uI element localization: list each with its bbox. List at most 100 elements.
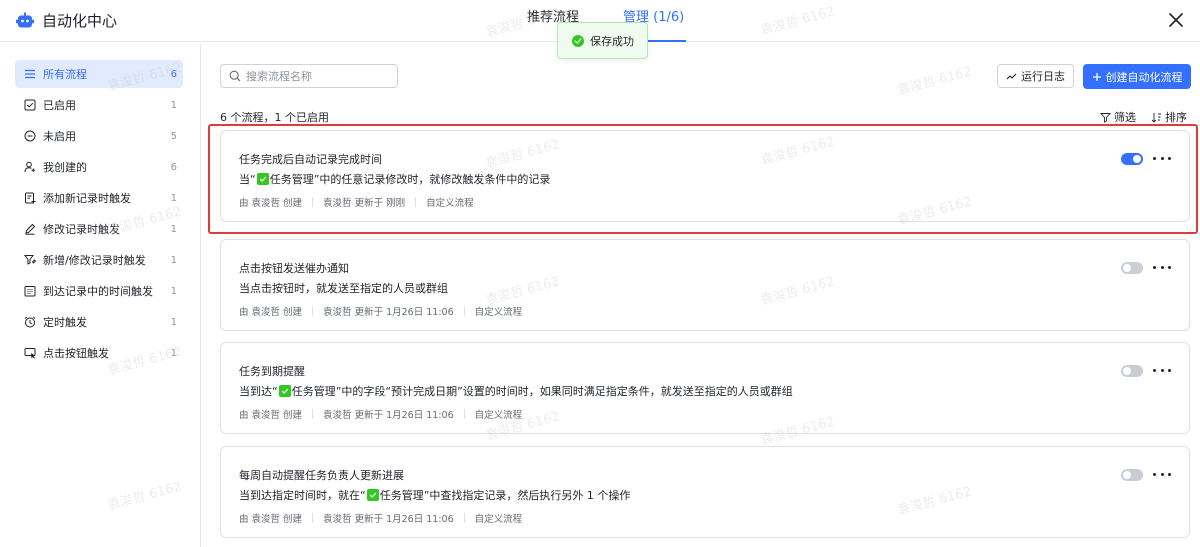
checkbox-icon <box>23 98 37 112</box>
flow-updated: 袁浚哲 更新于 1月26日 11:06 <box>323 514 454 525</box>
flow-updated: 袁浚哲 更新于 1月26日 11:06 <box>323 410 454 421</box>
sidebar-item-button-click[interactable]: 点击按钮触发 1 <box>15 339 183 367</box>
meta-divider <box>312 409 314 419</box>
check-circle-icon <box>572 34 584 47</box>
app-title-text: 自动化中心 <box>42 12 118 30</box>
filter-button[interactable]: 筛选 <box>1100 109 1136 125</box>
filter-label: 筛选 <box>1114 111 1136 124</box>
flow-creator: 由 袁浚哲 创建 <box>239 198 303 209</box>
more-options-button[interactable] <box>1153 260 1171 274</box>
meta-divider <box>312 306 314 316</box>
more-options-button[interactable] <box>1153 151 1171 165</box>
more-dots-icon <box>1153 472 1156 476</box>
flow-title: 点击按钮发送催办通知 <box>239 262 349 275</box>
meta-divider <box>463 513 465 523</box>
sidebar-item-scheduled[interactable]: 定时触发 1 <box>15 308 183 336</box>
sidebar-item-modify-record[interactable]: 修改记录时触发 1 <box>15 215 183 243</box>
flow-meta: 由 袁浚哲 创建 袁浚哲 更新于 1月26日 11:06 自定义流程 <box>239 511 522 525</box>
more-dots-icon <box>1153 368 1156 372</box>
sidebar-item-enabled[interactable]: 已启用 1 <box>15 91 183 119</box>
flow-desc-table: 任务管理 <box>291 385 336 398</box>
sidebar-item-label: 已启用 <box>43 99 76 112</box>
run-log-button[interactable]: 运行日志 <box>997 64 1074 88</box>
filter-edit-icon <box>23 253 37 267</box>
flow-desc-post: ”中查找指定记录，然后执行另外 1 个操作 <box>423 489 631 502</box>
flow-kind: 自定义流程 <box>474 514 523 525</box>
flow-card[interactable]: 每周自动提醒任务负责人更新进展 当到达指定时间时，就在“ 任务管理 ”中查找指定… <box>220 446 1190 538</box>
flow-enable-toggle[interactable] <box>1121 365 1143 377</box>
sidebar-item-count: 1 <box>170 223 177 235</box>
list-icon <box>23 67 37 81</box>
flow-updated: 袁浚哲 更新于 刚刚 <box>323 198 406 209</box>
alarm-clock-icon <box>23 315 37 329</box>
flow-desc-pre: 当到达“ <box>239 385 278 398</box>
run-log-label: 运行日志 <box>1021 70 1065 83</box>
more-options-button[interactable] <box>1153 363 1171 377</box>
flow-meta: 由 袁浚哲 创建 袁浚哲 更新于 1月26日 11:06 自定义流程 <box>239 407 522 421</box>
flow-enable-toggle[interactable] <box>1121 262 1143 274</box>
meta-divider <box>463 409 465 419</box>
table-check-icon <box>278 385 291 397</box>
cursor-click-icon <box>23 346 37 360</box>
sidebar-item-count: 5 <box>170 130 177 142</box>
sidebar-item-disabled[interactable]: 未启用 5 <box>15 122 183 150</box>
create-flow-button[interactable]: 创建自动化流程 <box>1083 64 1191 89</box>
meta-divider <box>312 197 314 207</box>
flow-creator: 由 袁浚哲 创建 <box>239 514 303 525</box>
sidebar-item-label: 修改记录时触发 <box>43 223 120 236</box>
toast-text: 保存成功 <box>590 34 634 48</box>
flow-description: 当到达指定时间时，就在“ 任务管理 ”中查找指定记录，然后执行另外 1 个操作 <box>239 487 630 503</box>
flow-card[interactable]: 任务完成后自动记录完成时间 当“ 任务管理 ”中的任意记录修改时，就修改触发条件… <box>220 130 1190 222</box>
search-input[interactable] <box>246 69 386 83</box>
sort-button[interactable]: 排序 <box>1151 109 1187 125</box>
flow-description: 当“ 任务管理 ”中的任意记录修改时，就修改触发条件中的记录 <box>239 171 550 187</box>
flow-desc-post: ”中的任意记录修改时，就修改触发条件中的记录 <box>313 173 551 186</box>
table-check-icon <box>366 489 379 501</box>
sidebar-item-all[interactable]: 所有流程 6 <box>15 60 183 88</box>
flow-card[interactable]: 点击按钮发送催办通知 当点击按钮时，就发送至指定的人员或群组 由 袁浚哲 创建 … <box>220 239 1190 331</box>
flow-enable-toggle[interactable] <box>1121 153 1143 165</box>
create-flow-label: 创建自动化流程 <box>1105 70 1183 84</box>
flow-desc-pre: 当到达指定时间时，就在“ <box>239 489 366 502</box>
trend-icon <box>1006 73 1017 79</box>
sort-icon <box>1151 112 1161 123</box>
edit-icon <box>23 222 37 236</box>
flow-desc-table: 任务管理 <box>269 173 314 186</box>
sidebar-item-add-record[interactable]: 添加新记录时触发 1 <box>15 184 183 212</box>
search-box[interactable] <box>220 64 398 88</box>
sidebar-item-label: 定时触发 <box>43 316 87 329</box>
sidebar-item-add-or-modify[interactable]: 新增/修改记录时触发 1 <box>15 246 183 274</box>
flow-meta: 由 袁浚哲 创建 袁浚哲 更新于 刚刚 自定义流程 <box>239 195 474 209</box>
sidebar-item-label: 所有流程 <box>43 68 87 81</box>
calendar-icon <box>23 284 37 298</box>
meta-divider <box>415 197 417 207</box>
app-title: 自动化中心 <box>16 10 117 31</box>
meta-divider <box>463 306 465 316</box>
user-add-icon <box>23 160 37 174</box>
sidebar: 所有流程 6 已启用 1 未启用 5 我创建的 6 添加新记录时触发 1 修改记… <box>0 43 201 547</box>
sidebar-item-count: 1 <box>170 347 177 359</box>
flow-description: 当点击按钮时，就发送至指定的人员或群组 <box>239 280 448 296</box>
sidebar-item-label: 到达记录中的时间触发 <box>43 285 153 298</box>
sidebar-item-count: 6 <box>170 68 177 80</box>
close-button[interactable] <box>1166 10 1186 30</box>
flow-card[interactable]: 任务到期提醒 当到达“ 任务管理 ”中的字段“预计完成日期”设置的时间时，如果同… <box>220 342 1190 434</box>
sidebar-item-record-time[interactable]: 到达记录中的时间触发 1 <box>15 277 183 305</box>
flow-enable-toggle[interactable] <box>1121 469 1143 481</box>
close-icon <box>1169 13 1183 27</box>
flow-title: 任务完成后自动记录完成时间 <box>239 153 382 166</box>
sidebar-item-count: 6 <box>170 161 177 173</box>
sidebar-item-mine[interactable]: 我创建的 6 <box>15 153 183 181</box>
more-dots-icon <box>1153 265 1156 269</box>
flow-title: 每周自动提醒任务负责人更新进展 <box>239 469 404 482</box>
sidebar-item-count: 1 <box>170 192 177 204</box>
flow-kind: 自定义流程 <box>474 410 523 421</box>
sidebar-item-label: 未启用 <box>43 130 76 143</box>
flow-title: 任务到期提醒 <box>239 365 305 378</box>
flow-desc-pre: 当点击按钮时，就发送至指定的人员或群组 <box>239 282 448 295</box>
minus-circle-icon <box>23 129 37 143</box>
more-options-button[interactable] <box>1153 467 1171 481</box>
sidebar-item-count: 1 <box>170 254 177 266</box>
flow-creator: 由 袁浚哲 创建 <box>239 410 303 421</box>
flow-kind: 自定义流程 <box>426 198 474 209</box>
